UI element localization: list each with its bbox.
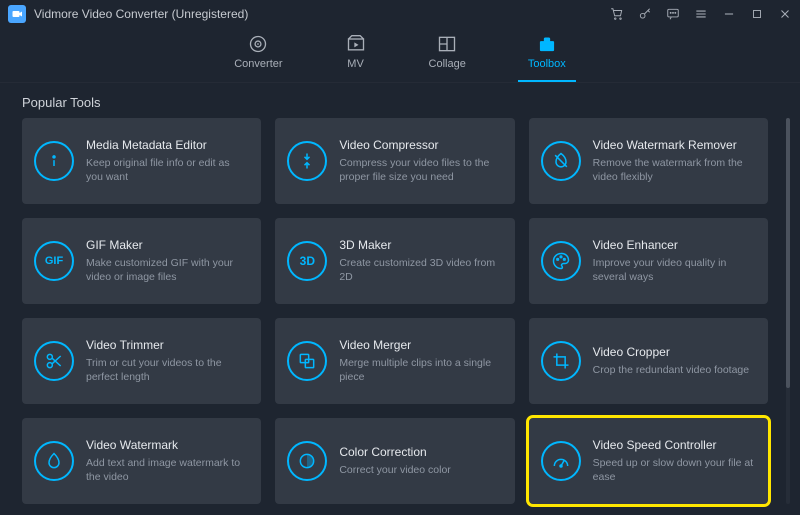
3d-icon: 3D [287,241,327,281]
tool-desc: Correct your video color [339,463,502,477]
merge-icon [287,341,327,381]
tool-desc: Keep original file info or edit as you w… [86,156,249,184]
scrollbar[interactable] [786,118,790,504]
tab-label: Converter [234,58,282,70]
tool-desc: Speed up or slow down your file at ease [593,456,756,484]
tool-title: Video Speed Controller [593,438,756,452]
tool-gif-maker[interactable]: GIF GIF Maker Make customized GIF with y… [22,218,261,304]
tool-title: Color Correction [339,445,502,459]
tool-media-metadata-editor[interactable]: Media Metadata Editor Keep original file… [22,118,261,204]
gauge-icon [541,441,581,481]
tools-grid: Media Metadata Editor Keep original file… [22,118,778,504]
tool-video-compressor[interactable]: Video Compressor Compress your video fil… [275,118,514,204]
close-icon[interactable] [778,7,792,21]
tool-title: Video Watermark [86,438,249,452]
tool-title: 3D Maker [339,238,502,252]
tab-collage[interactable]: Collage [423,30,472,76]
main-nav: Converter MV Collage Toolbox [0,28,800,83]
tool-video-merger[interactable]: Video Merger Merge multiple clips into a… [275,318,514,404]
tool-video-watermark[interactable]: Video Watermark Add text and image water… [22,418,261,504]
tool-video-cropper[interactable]: Video Cropper Crop the redundant video f… [529,318,768,404]
tool-desc: Add text and image watermark to the vide… [86,456,249,484]
tab-converter[interactable]: Converter [228,30,288,76]
titlebar-actions [610,7,792,21]
tool-desc: Create customized 3D video from 2D [339,256,502,284]
menu-icon[interactable] [694,7,708,21]
tool-desc: Compress your video files to the proper … [339,156,502,184]
color-icon [287,441,327,481]
tool-title: Video Watermark Remover [593,138,756,152]
crop-icon [541,341,581,381]
tool-title: Video Merger [339,338,502,352]
tool-3d-maker[interactable]: 3D 3D Maker Create customized 3D video f… [275,218,514,304]
tool-desc: Trim or cut your videos to the perfect l… [86,356,249,384]
tool-video-trimmer[interactable]: Video Trimmer Trim or cut your videos to… [22,318,261,404]
drop-icon [34,441,74,481]
tab-toolbox[interactable]: Toolbox [522,30,572,76]
tool-title: Video Enhancer [593,238,756,252]
tool-desc: Remove the watermark from the video flex… [593,156,756,184]
tool-title: Video Compressor [339,138,502,152]
tool-title: Video Trimmer [86,338,249,352]
app-title: Vidmore Video Converter (Unregistered) [34,7,248,21]
tool-watermark-remover[interactable]: Video Watermark Remover Remove the water… [529,118,768,204]
tool-title: Media Metadata Editor [86,138,249,152]
tool-title: Video Cropper [593,345,756,359]
tool-desc: Merge multiple clips into a single piece [339,356,502,384]
cart-icon[interactable] [610,7,624,21]
titlebar: Vidmore Video Converter (Unregistered) [0,0,800,28]
tab-label: MV [347,58,364,70]
tool-desc: Improve your video quality in several wa… [593,256,756,284]
gif-icon: GIF [34,241,74,281]
compress-icon [287,141,327,181]
tab-label: Collage [429,58,466,70]
watermark-remove-icon [541,141,581,181]
scrollbar-thumb[interactable] [786,118,790,388]
tool-video-speed-controller[interactable]: Video Speed Controller Speed up or slow … [529,418,768,504]
minimize-icon[interactable] [722,7,736,21]
tool-video-enhancer[interactable]: Video Enhancer Improve your video qualit… [529,218,768,304]
tab-mv[interactable]: MV [339,30,373,76]
maximize-icon[interactable] [750,7,764,21]
tool-desc: Crop the redundant video footage [593,363,756,377]
palette-icon [541,241,581,281]
tool-color-correction[interactable]: Color Correction Correct your video colo… [275,418,514,504]
key-icon[interactable] [638,7,652,21]
tool-title: GIF Maker [86,238,249,252]
app-logo [8,5,26,23]
tool-desc: Make customized GIF with your video or i… [86,256,249,284]
tab-label: Toolbox [528,58,566,70]
section-title: Popular Tools [0,83,800,118]
info-icon [34,141,74,181]
feedback-icon[interactable] [666,7,680,21]
scissors-icon [34,341,74,381]
